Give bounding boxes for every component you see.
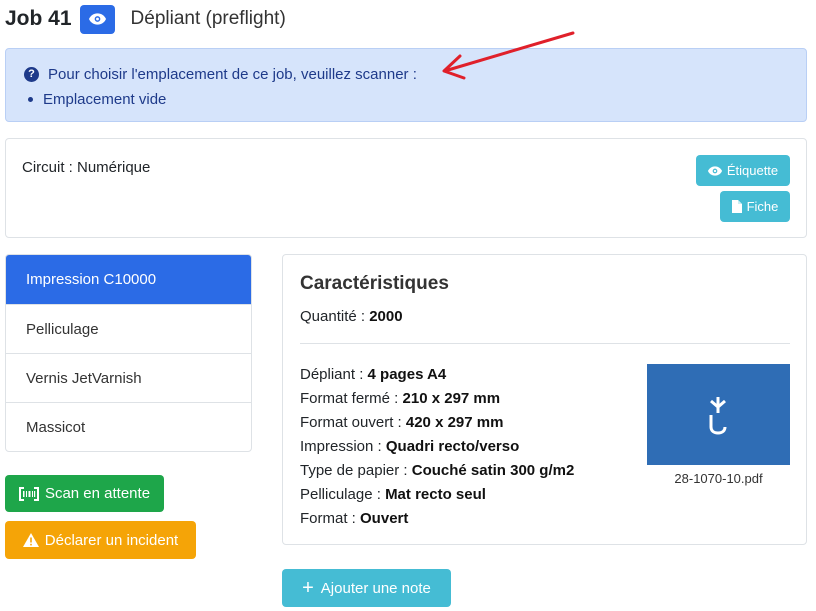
etiquette-label: Étiquette — [726, 163, 779, 178]
warning-triangle-icon — [22, 533, 39, 547]
spec-label: Pelliculage : — [300, 486, 386, 503]
location-alert: ? Pour choisir l'emplacement de ce job, … — [5, 48, 807, 122]
bullet — [28, 96, 33, 102]
etiquette-button[interactable]: Étiquette — [696, 155, 790, 186]
pdf-file-name[interactable]: 28-1070-10.pdf — [647, 471, 790, 486]
step-label: Impression C10000 — [26, 271, 157, 288]
spec-row: Format : Ouvert — [300, 507, 574, 531]
incident-label: Déclarer un incident — [44, 531, 179, 549]
spec-value: Mat recto seul — [385, 486, 486, 503]
spec-label: Type de papier : — [300, 462, 412, 479]
eye-icon — [88, 13, 106, 25]
spec-value: Quadri recto/verso — [385, 438, 520, 455]
alert-item-label: Emplacement vide — [43, 90, 167, 108]
quantity-value: 2000 — [369, 308, 403, 325]
declare-incident-button[interactable]: Déclarer un incident — [5, 521, 196, 559]
spec-row: Type de papier : Couché satin 300 g/m2 — [300, 459, 574, 483]
pdf-thumbnail[interactable] — [647, 364, 790, 465]
spec-row: Dépliant : 4 pages A4 — [300, 363, 574, 387]
spec-row: Format ouvert : 420 x 297 mm — [300, 411, 574, 435]
scan-label: Scan en attente — [44, 485, 151, 502]
brand-logo-icon — [709, 396, 726, 435]
job-subtitle: Dépliant (preflight) — [130, 8, 286, 29]
file-icon — [731, 200, 742, 213]
quantity-label: Quantité : — [300, 308, 370, 325]
spec-label: Format fermé : — [300, 390, 403, 407]
spec-label: Format ouvert : — [300, 414, 406, 431]
alert-list-item: Emplacement vide — [24, 89, 806, 109]
spec-label: Impression : — [300, 438, 386, 455]
add-note-button[interactable]: + Ajouter une note — [282, 569, 451, 607]
step-label: Vernis JetVarnish — [26, 369, 142, 387]
spec-value: 4 pages A4 — [367, 366, 447, 383]
job-title: Job 41 — [5, 7, 72, 30]
spec-value: Couché satin 300 g/m2 — [411, 462, 575, 479]
add-note-label: Ajouter une note — [320, 579, 431, 597]
spec-row: Format fermé : 210 x 297 mm — [300, 387, 574, 411]
production-steps-list: Impression C10000 Pelliculage Vernis Jet… — [5, 254, 252, 452]
step-massicot[interactable]: Massicot — [6, 402, 251, 451]
spec-value: Ouvert — [360, 510, 409, 527]
scan-button[interactable]: Scan en attente — [5, 475, 164, 512]
circuit-label: Circuit : Numérique — [22, 159, 151, 176]
quantity-row: Quantité : 2000 — [300, 308, 403, 325]
step-vernis[interactable]: Vernis JetVarnish — [6, 353, 251, 402]
spec-label: Format : — [300, 510, 361, 527]
barcode-icon — [18, 486, 39, 501]
characteristics-title: Caractéristiques — [300, 273, 449, 294]
spec-row: Pelliculage : Mat recto seul — [300, 483, 574, 507]
question-circle-icon: ? — [24, 66, 39, 82]
alert-message: Pour choisir l'emplacement de ce job, ve… — [48, 65, 417, 83]
spec-value: 210 x 297 mm — [402, 390, 501, 407]
spec-row: Impression : Quadri recto/verso — [300, 435, 574, 459]
view-job-button[interactable] — [79, 4, 115, 34]
spec-value: 420 x 297 mm — [405, 414, 504, 431]
characteristics-card: Caractéristiques Quantité : 2000 Déplian… — [282, 254, 807, 545]
fiche-button[interactable]: Fiche — [720, 191, 790, 222]
step-label: Massicot — [26, 418, 86, 436]
page-header: Job 41 Dépliant (preflight) — [5, 4, 286, 34]
eye-icon — [707, 165, 722, 176]
spec-label: Dépliant : — [300, 366, 368, 383]
divider — [300, 343, 790, 344]
plus-icon: + — [302, 577, 314, 599]
step-impression[interactable]: Impression C10000 — [6, 255, 251, 304]
spec-list: Dépliant : 4 pages A4 Format fermé : 210… — [300, 363, 574, 531]
fiche-label: Fiche — [746, 199, 779, 214]
annotation-arrow — [442, 31, 575, 80]
circuit-card: Circuit : Numérique Étiquette Fiche — [5, 138, 807, 238]
step-label: Pelliculage — [26, 320, 99, 338]
step-pelliculage[interactable]: Pelliculage — [6, 304, 251, 353]
